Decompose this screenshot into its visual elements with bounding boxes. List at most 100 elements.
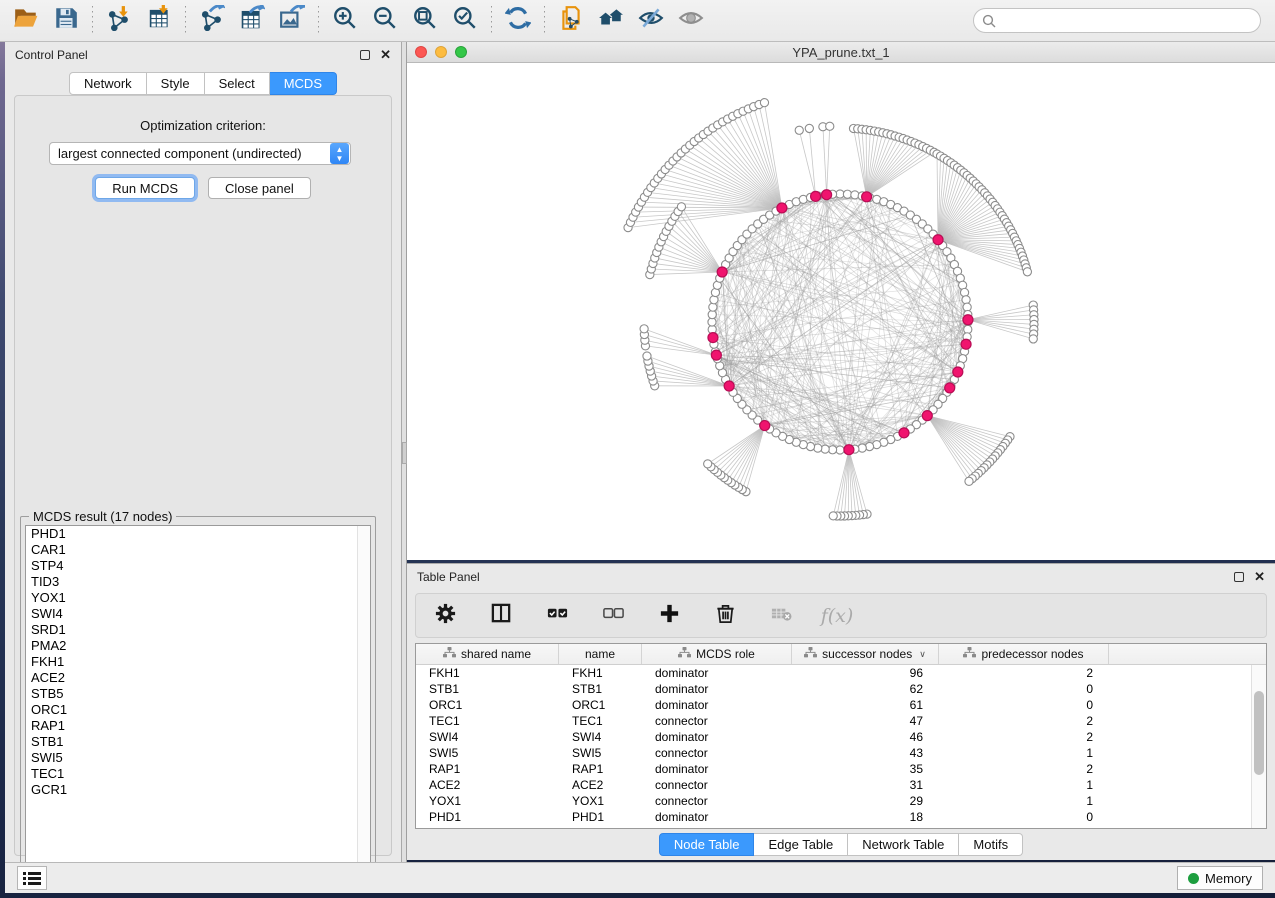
mcds-hub-node[interactable] [862, 192, 872, 202]
leaf-node[interactable] [965, 477, 973, 485]
close-panel-icon[interactable]: ✕ [380, 50, 391, 60]
mcds-result-item[interactable]: STB1 [26, 734, 370, 750]
mcds-hub-node[interactable] [963, 315, 973, 325]
task-history-button[interactable] [17, 866, 47, 890]
table-row[interactable]: SWI4SWI4dominator462 [416, 729, 1251, 745]
delete-table-button[interactable] [766, 601, 796, 631]
mcds-result-item[interactable]: FKH1 [26, 654, 370, 670]
mcds-hub-node[interactable] [777, 203, 787, 213]
tab-edge-table[interactable]: Edge Table [754, 833, 848, 856]
mcds-hub-node[interactable] [945, 383, 955, 393]
mcds-result-item[interactable]: SRD1 [26, 622, 370, 638]
mcds-result-item[interactable]: SWI4 [26, 606, 370, 622]
column-layout-button[interactable] [486, 601, 516, 631]
export-image-button[interactable] [272, 4, 312, 38]
table-scrollbar[interactable] [1251, 665, 1266, 828]
mcds-hub-node[interactable] [899, 428, 909, 438]
leaf-node[interactable] [643, 352, 651, 360]
network-window-titlebar[interactable]: YPA_prune.txt_1 [407, 42, 1275, 63]
zoom-out-button[interactable] [365, 4, 405, 38]
delete-column-button[interactable] [710, 601, 740, 631]
mcds-hub-node[interactable] [953, 367, 963, 377]
network-graph[interactable] [407, 63, 1275, 560]
search-box[interactable] [973, 8, 1261, 33]
apply-layout-button[interactable] [498, 4, 538, 38]
table-row[interactable]: SWI5SWI5connector431 [416, 745, 1251, 761]
mcds-hub-node[interactable] [724, 381, 734, 391]
leaf-node[interactable] [1029, 335, 1037, 343]
select-all-button[interactable] [542, 601, 572, 631]
table-row[interactable]: PHD1PHD1dominator180 [416, 809, 1251, 825]
leaf-node[interactable] [677, 203, 685, 211]
mcds-result-item[interactable]: PHD1 [26, 526, 370, 542]
mcds-result-item[interactable]: CAR1 [26, 542, 370, 558]
leaf-node[interactable] [640, 325, 648, 333]
mcds-hub-node[interactable] [711, 350, 721, 360]
export-network-button[interactable] [192, 4, 232, 38]
mcds-result-item[interactable]: TEC1 [26, 766, 370, 782]
import-table-button[interactable] [139, 4, 179, 38]
memory-button[interactable]: Memory [1177, 866, 1263, 890]
mcds-hub-node[interactable] [844, 445, 854, 455]
zoom-fit-button[interactable] [405, 4, 445, 38]
hide-selected-button[interactable] [631, 4, 671, 38]
mcds-result-item[interactable]: RAP1 [26, 718, 370, 734]
mcds-result-item[interactable]: TID3 [26, 574, 370, 590]
mcds-result-item[interactable]: STB5 [26, 686, 370, 702]
save-session-button[interactable] [46, 4, 86, 38]
new-network-from-selection-button[interactable] [551, 4, 591, 38]
close-panel-button[interactable]: Close panel [208, 177, 311, 199]
search-input[interactable] [1001, 13, 1260, 28]
mcds-list-scrollbar[interactable] [357, 526, 370, 882]
table-row[interactable]: ORC1ORC1dominator610 [416, 697, 1251, 713]
tab-motifs[interactable]: Motifs [959, 833, 1023, 856]
float-panel-icon[interactable] [360, 50, 370, 60]
import-network-button[interactable] [99, 4, 139, 38]
table-row[interactable]: FKH1FKH1dominator962 [416, 665, 1251, 681]
mcds-hub-node[interactable] [760, 421, 770, 431]
add-column-button[interactable] [654, 601, 684, 631]
first-neighbors-button[interactable] [591, 4, 631, 38]
leaf-node[interactable] [805, 124, 813, 132]
mcds-hub-node[interactable] [708, 333, 718, 343]
leaf-node[interactable] [704, 460, 712, 468]
leaf-node[interactable] [829, 512, 837, 520]
table-scrollbar-thumb[interactable] [1254, 691, 1264, 775]
mcds-result-item[interactable]: SWI5 [26, 750, 370, 766]
mcds-result-list[interactable]: PHD1CAR1STP4TID3YOX1SWI4SRD1PMA2FKH1ACE2… [25, 525, 371, 883]
tab-network-table[interactable]: Network Table [848, 833, 959, 856]
mcds-result-item[interactable]: STP4 [26, 558, 370, 574]
column-header-MCDS-role[interactable]: MCDS role [642, 644, 792, 664]
mcds-result-item[interactable]: YOX1 [26, 590, 370, 606]
leaf-node[interactable] [760, 99, 768, 107]
table-row[interactable]: TEC1TEC1connector472 [416, 713, 1251, 729]
optimization-criterion-select[interactable]: largest connected component (undirected)… [49, 142, 351, 165]
function-builder-button[interactable]: f(x) [822, 601, 852, 631]
float-table-panel-icon[interactable] [1234, 572, 1244, 582]
column-header-successor-nodes[interactable]: successor nodes∨ [792, 644, 939, 664]
close-table-panel-icon[interactable]: ✕ [1254, 572, 1265, 582]
column-header-shared-name[interactable]: shared name [416, 644, 559, 664]
show-all-button[interactable] [671, 4, 711, 38]
column-header-name[interactable]: name [559, 644, 642, 664]
leaf-node[interactable] [826, 122, 834, 130]
column-header-predecessor-nodes[interactable]: predecessor nodes [939, 644, 1109, 664]
mcds-hub-node[interactable] [822, 190, 832, 200]
mcds-hub-node[interactable] [922, 411, 932, 421]
gear-button[interactable] [430, 601, 460, 631]
mcds-result-item[interactable]: ACE2 [26, 670, 370, 686]
leaf-node[interactable] [795, 126, 803, 134]
mcds-result-item[interactable]: PMA2 [26, 638, 370, 654]
open-file-button[interactable] [6, 4, 46, 38]
mcds-hub-node[interactable] [961, 339, 971, 349]
table-row[interactable]: STB1STB1dominator620 [416, 681, 1251, 697]
table-row[interactable]: YOX1YOX1connector291 [416, 793, 1251, 809]
table-row[interactable]: ACE2ACE2connector311 [416, 777, 1251, 793]
tab-select[interactable]: Select [205, 72, 270, 95]
deselect-all-button[interactable] [598, 601, 628, 631]
mcds-hub-node[interactable] [933, 235, 943, 245]
mcds-result-item[interactable]: GCR1 [26, 782, 370, 798]
run-mcds-button[interactable]: Run MCDS [95, 177, 195, 199]
tab-mcds[interactable]: MCDS [270, 72, 337, 95]
mcds-hub-node[interactable] [811, 191, 821, 201]
